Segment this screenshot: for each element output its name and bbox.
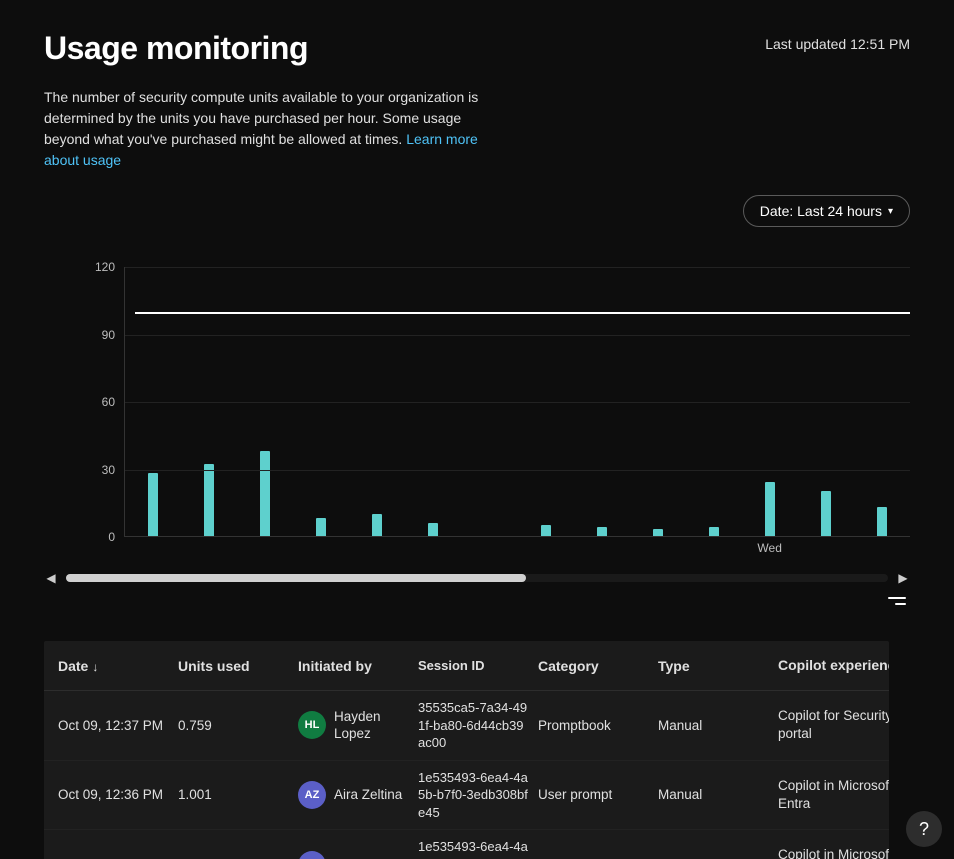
chart-scrollbar-thumb[interactable] <box>66 574 526 582</box>
cell-units: 0.759 <box>178 718 298 733</box>
table-row[interactable]: Oct 09, 12:27 PM0.607AZAira Zeltina1e535… <box>44 830 889 859</box>
col-header-initiated[interactable]: Initiated by <box>298 658 418 674</box>
cell-units: 1.001 <box>178 787 298 802</box>
y-tick: 30 <box>102 463 115 477</box>
table-row[interactable]: Oct 09, 12:37 PM0.759HL Hayden Lopez35535… <box>44 691 889 761</box>
usage-bar[interactable] <box>372 514 382 537</box>
y-tick: 60 <box>102 395 115 409</box>
avatar: HL <box>298 711 326 739</box>
cell-session-id: 1e535493-6ea4-4a5b-b7f0-3edb308bfe45 <box>418 830 538 859</box>
usage-bar[interactable] <box>204 464 214 536</box>
cell-experience: Copilot for Security portal <box>778 707 889 743</box>
user-name: Aira Zeltina <box>334 786 402 804</box>
avatar: AZ <box>298 781 326 809</box>
x-tick-label: Wed <box>757 541 781 555</box>
usage-chart: 0306090120 Wed ◀ ▶ <box>44 267 910 607</box>
help-button[interactable]: ? <box>906 811 942 847</box>
cell-type: Manual <box>658 718 778 733</box>
scroll-right-icon[interactable]: ▶ <box>896 571 910 585</box>
usage-bar[interactable] <box>428 523 438 537</box>
col-header-experience[interactable]: Copilot experience <box>778 656 889 675</box>
table-header: Date↓ Units used Initiated by Session ID… <box>44 641 889 691</box>
y-tick: 90 <box>102 328 115 342</box>
usage-bar[interactable] <box>709 527 719 536</box>
usage-bar[interactable] <box>316 518 326 536</box>
usage-bar[interactable] <box>597 527 607 536</box>
cell-category: User prompt <box>538 787 658 802</box>
col-header-session[interactable]: Session ID <box>418 649 538 683</box>
chart-settings-icon[interactable] <box>888 595 906 607</box>
last-updated: Last updated 12:51 PM <box>765 36 910 52</box>
cell-session-id: 1e535493-6ea4-4a5b-b7f0-3edb308bfe45 <box>418 761 538 830</box>
usage-table: Date↓ Units used Initiated by Session ID… <box>44 641 889 859</box>
col-header-category[interactable]: Category <box>538 658 658 674</box>
cell-category: Promptbook <box>538 718 658 733</box>
cell-date: Oct 09, 12:36 PM <box>58 787 178 802</box>
page-title: Usage monitoring <box>44 30 308 67</box>
page-description: The number of security compute units ava… <box>44 87 504 171</box>
col-header-date[interactable]: Date↓ <box>58 658 178 674</box>
cell-initiated-by: AZAira Zeltina <box>298 851 418 859</box>
usage-bar[interactable] <box>260 451 270 537</box>
user-name: Hayden Lopez <box>334 708 418 743</box>
usage-bar[interactable] <box>653 529 663 536</box>
y-tick: 120 <box>95 260 115 274</box>
y-tick: 0 <box>108 530 115 544</box>
cell-experience: Copilot in Microsoft Entra <box>778 777 889 813</box>
cell-session-id: 35535ca5-7a34-491f-ba80-6d44cb39ac00 <box>418 691 538 760</box>
usage-bar[interactable] <box>877 507 887 536</box>
usage-bar[interactable] <box>821 491 831 536</box>
cell-initiated-by: AZ Aira Zeltina <box>298 781 418 809</box>
cell-initiated-by: HL Hayden Lopez <box>298 708 418 743</box>
cell-date: Oct 09, 12:37 PM <box>58 718 178 733</box>
table-row[interactable]: Oct 09, 12:36 PM1.001AZ Aira Zeltina 1e535… <box>44 761 889 831</box>
cell-experience: Copilot in Microsoft Entra <box>778 846 889 859</box>
usage-bar[interactable] <box>765 482 775 536</box>
threshold-line <box>135 312 910 314</box>
usage-bar[interactable] <box>148 473 158 536</box>
chart-scrollbar[interactable] <box>66 574 888 582</box>
cell-type: Manual <box>658 787 778 802</box>
col-header-units[interactable]: Units used <box>178 658 298 674</box>
avatar: AZ <box>298 851 326 859</box>
date-filter[interactable]: Date: Last 24 hours ▾ <box>743 195 910 227</box>
chevron-down-icon: ▾ <box>888 206 893 217</box>
date-filter-label: Date: Last 24 hours <box>760 203 882 219</box>
scroll-left-icon[interactable]: ◀ <box>44 571 58 585</box>
usage-bar[interactable] <box>541 525 551 536</box>
sort-desc-icon: ↓ <box>92 660 98 674</box>
col-header-type[interactable]: Type <box>658 658 778 674</box>
